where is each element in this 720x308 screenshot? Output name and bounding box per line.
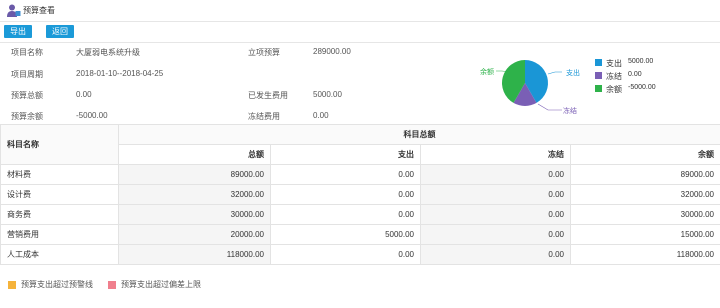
column-header-account-name: 科目名称 (0, 124, 119, 165)
project-name-label: 项目名称 (11, 48, 43, 57)
budget-total-value: 0.00 (76, 90, 92, 99)
group-header-totals: 科目总额 (118, 124, 720, 145)
cell-frozen: 0.00 (420, 224, 571, 245)
cell-spend: 0.00 (270, 244, 421, 265)
budget-user-icon (7, 4, 21, 17)
cell-spend: 0.00 (270, 164, 421, 185)
legend-value: 0.00 (628, 71, 642, 78)
frozen-label: 冻结费用 (248, 112, 280, 121)
cell-spend: 5000.00 (270, 224, 421, 245)
info-row: 项目名称 大厦弱电系统升级 立项预算 289000.00 (0, 42, 470, 62)
warning-swatch (8, 280, 16, 289)
legend-value: 5000.00 (628, 58, 654, 65)
legend-item-spend[interactable]: 支出 5000.00 (595, 57, 705, 70)
back-button[interactable]: 返回 (46, 25, 74, 38)
cell-account-name: 营销费用 (0, 224, 119, 245)
leader-line-frozen (537, 103, 562, 111)
cell-frozen: 0.00 (420, 184, 571, 205)
cell-total: 20000.00 (118, 224, 271, 245)
legend-item-frozen[interactable]: 冻结 0.00 (595, 70, 705, 83)
cell-frozen: 0.00 (420, 244, 571, 265)
budget-total-label: 预算总额 (11, 91, 43, 100)
project-period-label: 项目周期 (11, 70, 43, 79)
legend-item-balance[interactable]: 余额 -5000.00 (595, 83, 705, 96)
project-name-value: 大厦弱电系统升级 (76, 48, 140, 57)
table-row[interactable]: 设计费 32000.00 0.00 0.00 32000.00 (0, 184, 720, 205)
cell-spend: 0.00 (270, 184, 421, 205)
info-row: 预算余额 -5000.00 冻结费用 0.00 (0, 106, 470, 126)
legend-swatch (595, 59, 602, 66)
info-row: 预算总额 0.00 已发生费用 5000.00 (0, 85, 470, 105)
cell-account-name: 材料费 (0, 164, 119, 185)
table-row[interactable]: 营销费用 20000.00 5000.00 0.00 15000.00 (0, 224, 720, 245)
pie-label-frozen: 冻结 (563, 106, 577, 115)
cell-balance: 32000.00 (570, 184, 720, 205)
deviation-swatch (108, 280, 116, 289)
cell-balance: 89000.00 (570, 164, 720, 185)
pie-svg: 支出 冻结 余额 (480, 60, 580, 115)
budget-pie-chart: 支出 冻结 余额 支出 5000.00 冻结 0.00 余额 -5000.00 (470, 42, 720, 124)
cell-frozen: 0.00 (420, 204, 571, 225)
cell-account-name: 人工成本 (0, 244, 119, 265)
approved-budget-value: 289000.00 (313, 47, 351, 56)
legend-label: 支出 (606, 59, 622, 68)
table-row[interactable]: 材料费 89000.00 0.00 0.00 89000.00 (0, 164, 720, 185)
cell-balance: 15000.00 (570, 224, 720, 245)
cell-balance: 30000.00 (570, 204, 720, 225)
export-button[interactable]: 导出 (4, 25, 32, 38)
table-row[interactable]: 商务费 30000.00 0.00 0.00 30000.00 (0, 204, 720, 225)
legend-value: -5000.00 (628, 84, 656, 91)
legend-label: 冻结 (606, 72, 622, 81)
frozen-value: 0.00 (313, 111, 329, 120)
cell-account-name: 商务费 (0, 204, 119, 225)
cell-spend: 0.00 (270, 204, 421, 225)
legend-swatch (595, 85, 602, 92)
info-row: 项目周期 2018-01-10--2018-04-25 (0, 64, 470, 84)
column-header-frozen[interactable]: 冻结 (420, 144, 571, 165)
cell-total: 89000.00 (118, 164, 271, 185)
title-bar: 预算查看 (0, 0, 720, 20)
cell-balance: 118000.00 (570, 244, 720, 265)
cell-total: 118000.00 (118, 244, 271, 265)
warning-legend-label: 预算支出超过预警线 (21, 280, 93, 289)
toolbar: 导出 返回 (0, 21, 720, 43)
column-header-total[interactable]: 总额 (118, 144, 271, 165)
table-row[interactable]: 人工成本 118000.00 0.00 0.00 118000.00 (0, 244, 720, 265)
project-info: 项目名称 大厦弱电系统升级 立项预算 289000.00 项目周期 2018-0… (0, 42, 470, 122)
incurred-label: 已发生费用 (248, 91, 288, 100)
incurred-value: 5000.00 (313, 90, 342, 99)
pie-label-balance: 余额 (480, 67, 494, 76)
cell-total: 32000.00 (118, 184, 271, 205)
cell-account-name: 设计费 (0, 184, 119, 205)
approved-budget-label: 立项预算 (248, 48, 280, 57)
deviation-legend-label: 预算支出超过偏差上限 (121, 280, 201, 289)
budget-balance-value: -5000.00 (76, 111, 108, 120)
cell-frozen: 0.00 (420, 164, 571, 185)
legend-warning-line: 预算支出超过预警线 (8, 279, 93, 290)
status-legend: 预算支出超过预警线 预算支出超过偏差上限 (0, 274, 720, 294)
pie-label-spend: 支出 (566, 68, 580, 77)
legend-swatch (595, 72, 602, 79)
legend-label: 余额 (606, 85, 622, 94)
cell-total: 30000.00 (118, 204, 271, 225)
column-header-balance[interactable]: 余额 (570, 144, 720, 165)
project-period-value: 2018-01-10--2018-04-25 (76, 69, 164, 78)
column-header-spend[interactable]: 支出 (270, 144, 421, 165)
page-title: 预算查看 (23, 6, 55, 15)
budget-balance-label: 预算余额 (11, 112, 43, 121)
leader-line-spend (547, 71, 562, 75)
chart-legend: 支出 5000.00 冻结 0.00 余额 -5000.00 (595, 57, 705, 96)
legend-deviation-limit: 预算支出超过偏差上限 (108, 279, 201, 290)
budget-table: 科目名称 科目总额 总额 支出 冻结 余额 材料费 89000.00 0.00 … (0, 124, 720, 265)
